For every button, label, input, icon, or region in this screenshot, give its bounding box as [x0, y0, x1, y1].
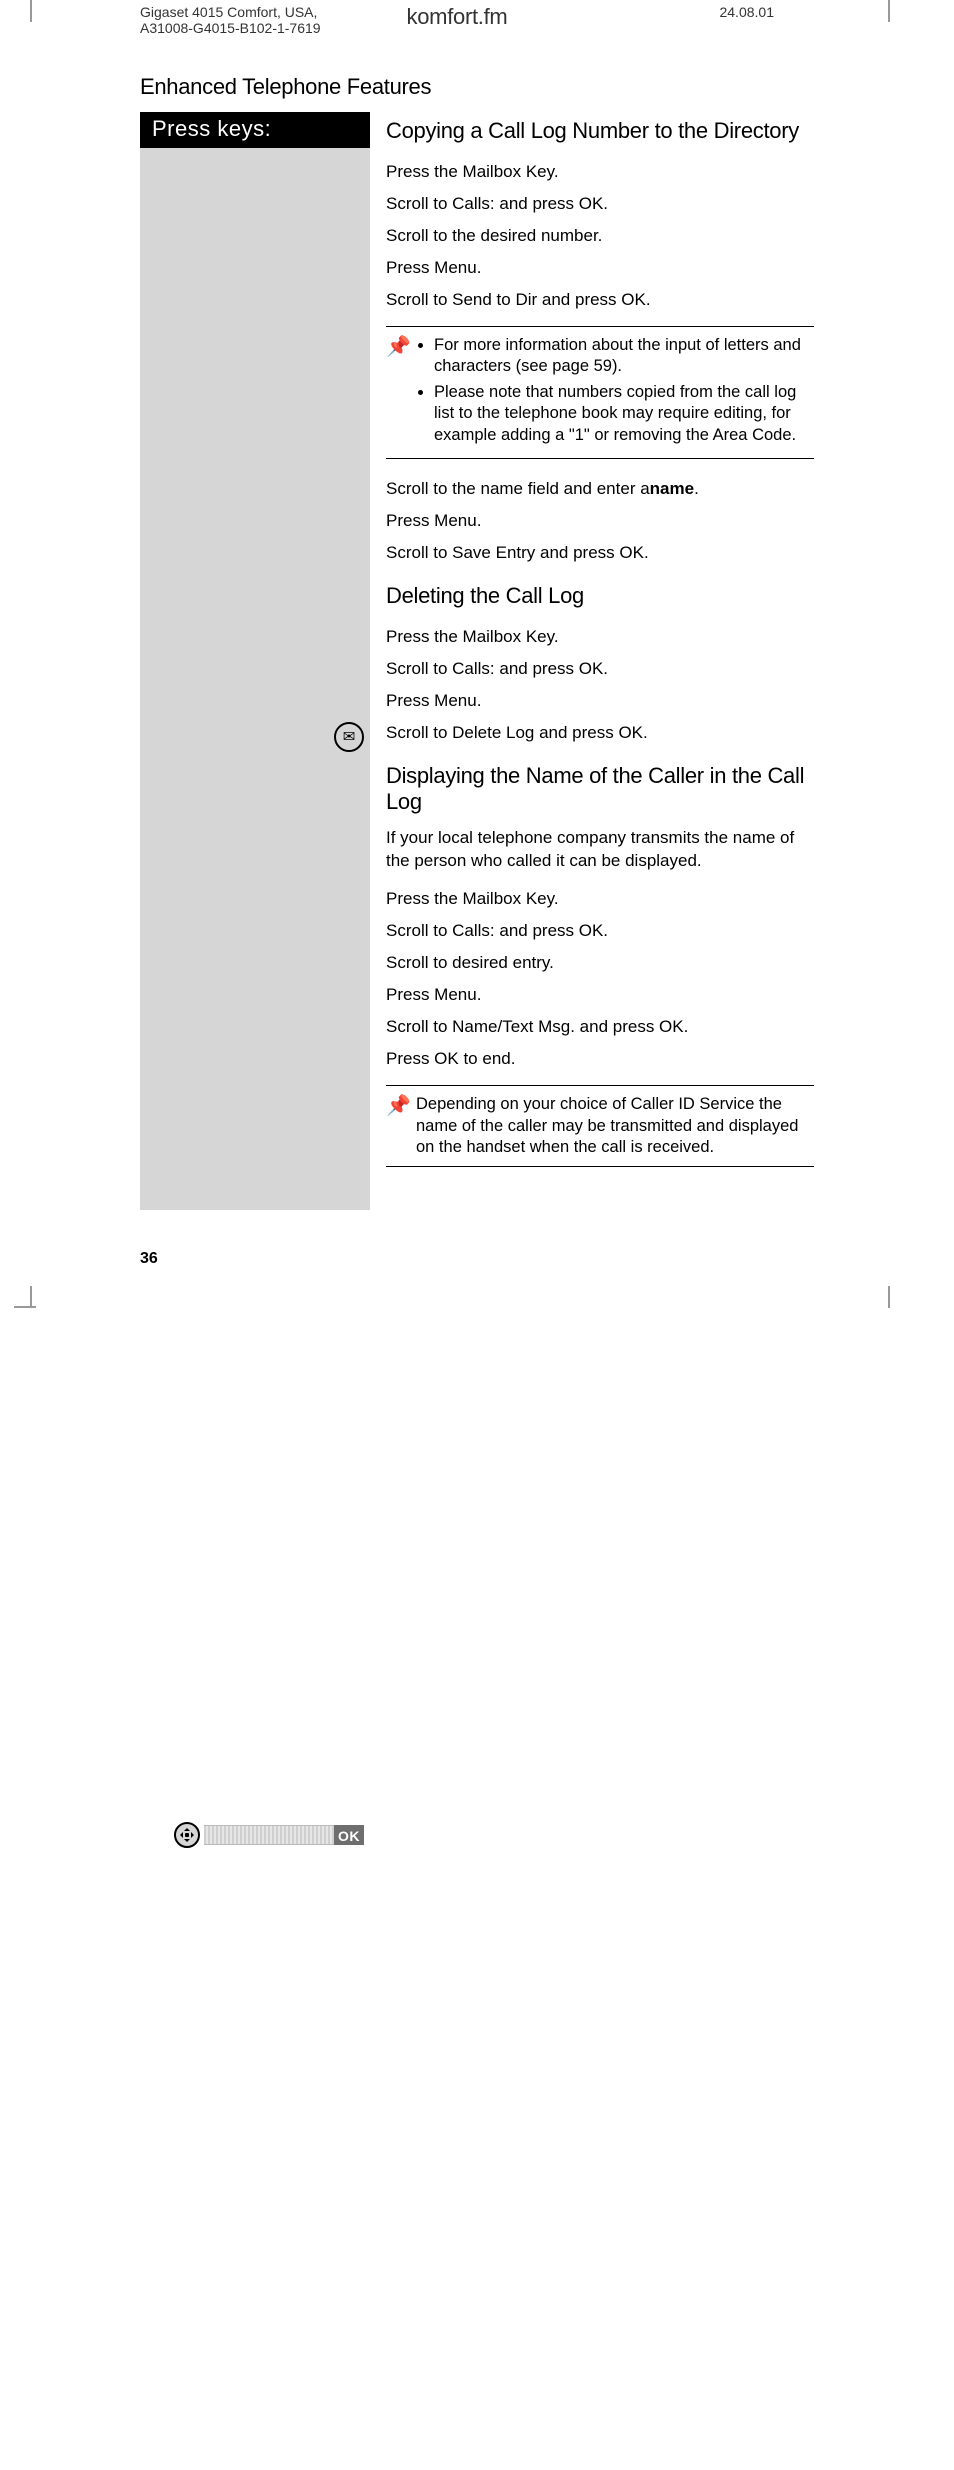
step: Press the Mailbox Key. — [386, 156, 814, 188]
key-mailbox — [140, 188, 370, 1286]
note-box: 📌 Depending on your choice of Caller ID … — [386, 1085, 814, 1167]
step: Press Menu. — [386, 979, 814, 1011]
step: Scroll to desired entry. — [386, 947, 814, 979]
content-grid: Press keys: OK MENU OK MENU — [140, 112, 814, 1210]
header-left: Gigaset 4015 Comfort, USA, A31008-G4015-… — [140, 4, 351, 42]
note-box: 📌 For more information about the input o… — [386, 326, 814, 459]
pushpin-icon: 📌 — [386, 335, 406, 450]
running-header: Gigaset 4015 Comfort, USA, A31008-G4015-… — [140, 0, 814, 42]
step: Press OK to end. — [386, 1043, 814, 1075]
header-right: 24.08.01 — [563, 4, 814, 42]
note-item: For more information about the input of … — [434, 335, 814, 378]
step: Scroll to the desired number. — [386, 220, 814, 252]
heading-delete: Deleting the Call Log — [386, 583, 814, 609]
heading-display: Displaying the Name of the Caller in the… — [386, 763, 814, 815]
crop-mark — [888, 1286, 890, 1308]
press-keys-header: Press keys: — [140, 112, 370, 148]
crop-mark — [30, 0, 32, 22]
step: Press Menu. — [386, 685, 814, 717]
note-text: Depending on your choice of Caller ID Se… — [416, 1094, 814, 1158]
step: Scroll to Calls: and press OK. — [386, 653, 814, 685]
press-keys-column: Press keys: OK MENU OK MENU — [140, 112, 370, 1210]
heading-copy: Copying a Call Log Number to the Directo… — [386, 118, 814, 144]
step: Scroll to Delete Log and press OK. — [386, 717, 814, 749]
step: Press Menu. — [386, 505, 814, 537]
mailbox-icon — [334, 722, 364, 752]
crop-mark — [888, 0, 890, 22]
step: Scroll to Calls: and press OK. — [386, 188, 814, 220]
step: Scroll to Send to Dir and press OK. — [386, 284, 814, 316]
step: Scroll to Name/Text Msg. and press OK. — [386, 1011, 814, 1043]
crop-mark — [14, 1306, 36, 1308]
step: Press Menu. — [386, 252, 814, 284]
step: Scroll to the name field and enter a nam… — [386, 473, 814, 505]
header-center: komfort.fm — [351, 4, 562, 30]
key-nav-nav — [140, 2384, 370, 2470]
step: Scroll to Calls: and press OK. — [386, 915, 814, 947]
step: Scroll to Save Entry and press OK. — [386, 537, 814, 569]
softkey-ok: OK — [204, 1825, 364, 1845]
nav-icon — [174, 1822, 200, 1848]
crop-mark — [30, 1286, 32, 1308]
pushpin-icon: 📌 — [386, 1094, 406, 1158]
intro-text: If your local telephone company transmit… — [386, 827, 814, 873]
instructions-column: Copying a Call Log Number to the Directo… — [370, 112, 814, 1210]
step: Press the Mailbox Key. — [386, 883, 814, 915]
step: Press the Mailbox Key. — [386, 621, 814, 653]
note-item: Please note that numbers copied from the… — [434, 382, 814, 446]
section-title: Enhanced Telephone Features — [140, 74, 814, 100]
key-nav-ok: OK — [140, 1286, 370, 2384]
